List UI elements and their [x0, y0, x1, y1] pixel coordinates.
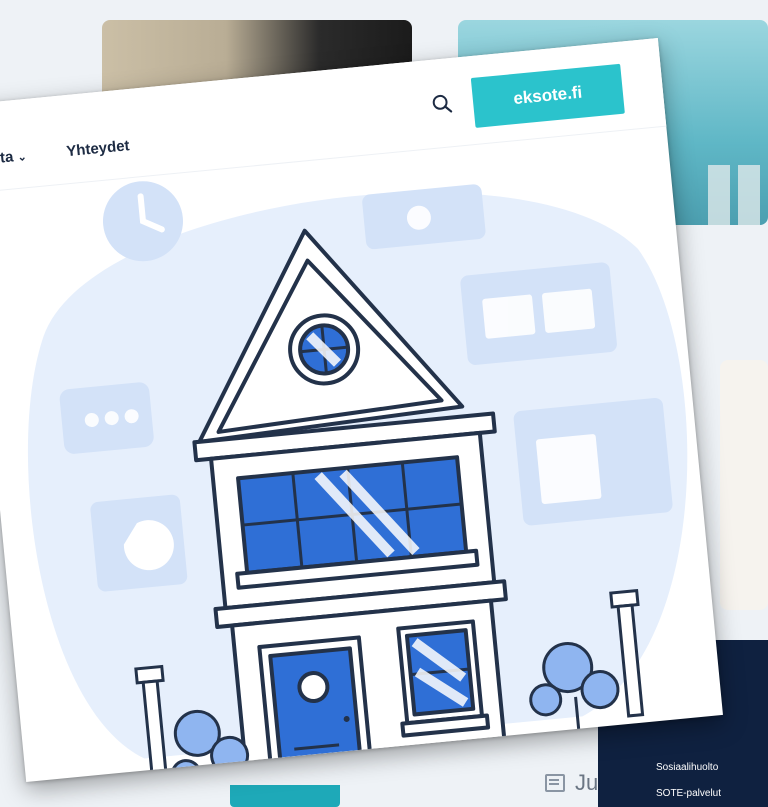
search-icon[interactable]: [430, 92, 454, 116]
eksote-link-button[interactable]: eksote.fi: [470, 63, 625, 128]
calendar-icon: [545, 774, 565, 792]
photo-pillar: [738, 165, 760, 225]
chevron-down-icon: ⌄: [16, 151, 28, 164]
background-card: [720, 360, 768, 610]
footer-link-sosiaalihuolto[interactable]: Sosiaalihuolto: [656, 762, 718, 773]
background-date-text: Ju: [575, 770, 599, 795]
photo-pillar: [708, 165, 730, 225]
main-nav: taista ⌄ Yhteydet: [0, 137, 130, 169]
foreground-page: taista ⌄ Yhteydet eksote.fi: [0, 38, 723, 782]
nav-item-label: taista: [0, 148, 15, 170]
background-date-row: Ju: [545, 770, 598, 796]
nav-item-yhteydet[interactable]: Yhteydet: [66, 137, 131, 160]
house-illustration: [27, 181, 723, 782]
background-teal-strip: [230, 785, 340, 807]
nav-item-taista[interactable]: taista ⌄: [0, 147, 27, 169]
footer-link-sote-palvelut[interactable]: SOTE-palvelut: [656, 788, 721, 799]
